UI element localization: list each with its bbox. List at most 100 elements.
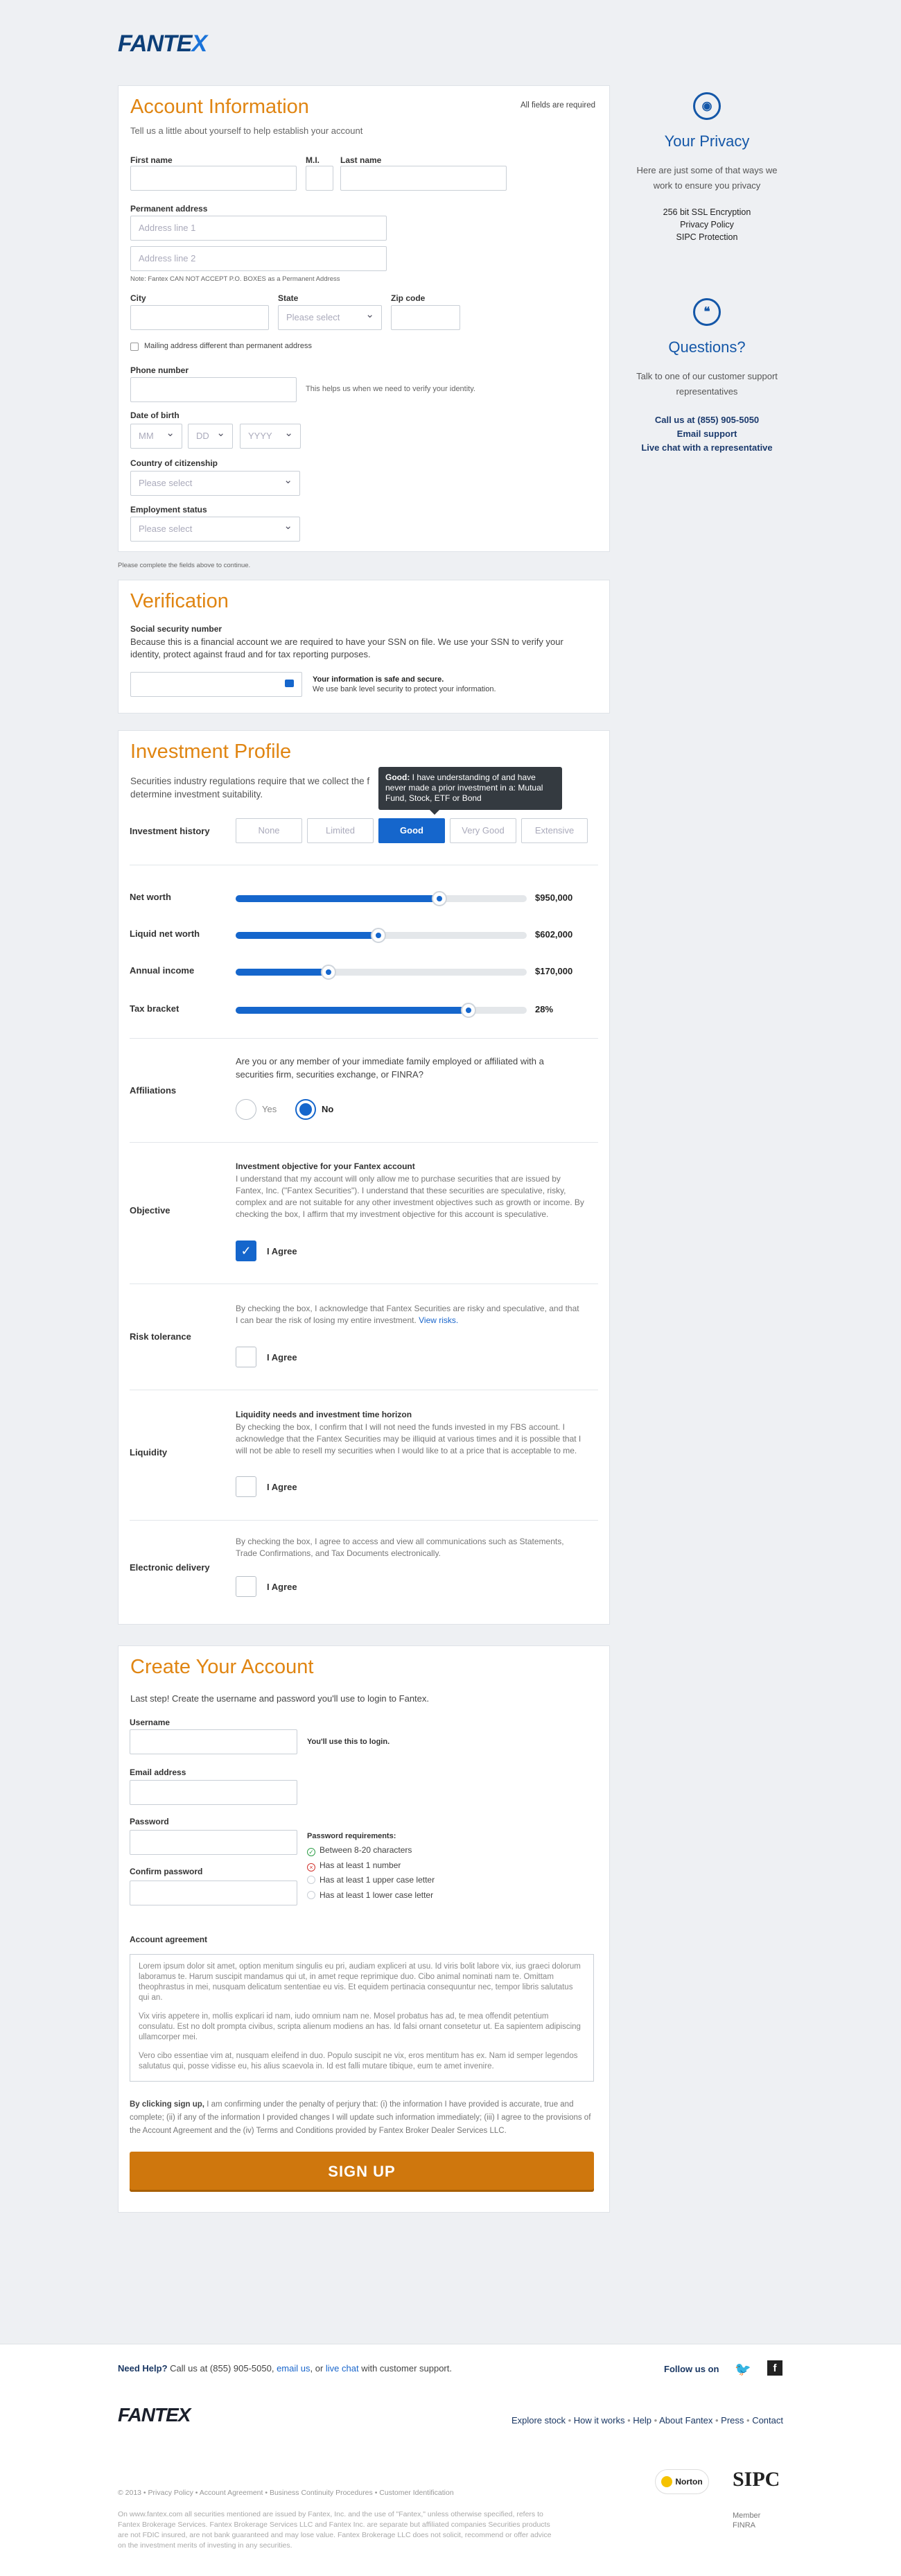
footer-nav-link[interactable]: Press [721, 2415, 744, 2426]
employment-select[interactable]: Please select [130, 515, 300, 542]
last-name-input[interactable] [340, 166, 507, 191]
slider-fill [236, 969, 329, 976]
footer-logo-x: X [177, 2404, 191, 2426]
slider-handle[interactable] [370, 928, 386, 943]
tooltip-text: I have understanding of and have never m… [385, 772, 543, 803]
slider-handle[interactable] [461, 1003, 476, 1018]
liquidity-checkbox[interactable] [236, 1476, 256, 1497]
view-risks-link[interactable]: View risks. [419, 1315, 458, 1325]
liquidity-label: Liquidity [130, 1447, 168, 1458]
email-support-link[interactable]: Email support [631, 427, 783, 441]
nav-separator: • [744, 2415, 753, 2426]
history-option-limited[interactable]: Limited [307, 818, 374, 843]
history-option-extensive[interactable]: Extensive [521, 818, 588, 843]
twitter-icon[interactable]: 🐦 [735, 2361, 751, 2378]
email-input[interactable] [130, 1780, 297, 1805]
password-input[interactable] [130, 1830, 297, 1855]
footer-nav: Explore stock • How it works • Help • Ab… [511, 2415, 783, 2426]
delivery-checkbox[interactable] [236, 1576, 256, 1597]
slider-track[interactable] [236, 891, 527, 906]
history-option-good[interactable]: Good [378, 818, 445, 843]
empty-circle-icon [307, 1876, 315, 1884]
first-name-input[interactable] [130, 166, 297, 191]
safe-title: Your information is safe and secure. [313, 675, 444, 684]
affiliation-yes-label: Yes [262, 1104, 277, 1114]
footer-nav-link[interactable]: How it works [574, 2415, 625, 2426]
objective-text: I understand that my account will only a… [236, 1174, 584, 1219]
check-icon: ✓ [240, 1244, 252, 1258]
slider-track[interactable] [236, 1003, 527, 1018]
risk-checkbox[interactable] [236, 1347, 256, 1367]
account-title: Account Information [130, 96, 309, 118]
create-title: Create Your Account [130, 1656, 314, 1678]
history-option-very-good[interactable]: Very Good [450, 818, 516, 843]
email-us-link[interactable]: email us [277, 2363, 310, 2374]
last-name-label: Last name [340, 155, 382, 165]
slider-label: Net worth [130, 892, 171, 902]
dob-year-select[interactable]: YYYY [240, 422, 301, 449]
req-number-text: Has at least 1 number [320, 1860, 401, 1870]
ssn-input[interactable] [130, 672, 302, 697]
chat-bubble-icon: ❝ [693, 298, 721, 326]
mailing-checkbox[interactable] [130, 343, 139, 351]
username-input[interactable] [130, 1729, 297, 1754]
footer-logo[interactable]: FANTEX [118, 2404, 191, 2426]
x-circle-icon: × [307, 1863, 315, 1872]
questions-title: Questions? [668, 338, 746, 356]
mi-label: M.I. [306, 155, 320, 165]
privacy-item[interactable]: Privacy Policy [631, 218, 783, 231]
affiliations-label: Affiliations [130, 1085, 177, 1096]
objective-title: Investment objective for your Fantex acc… [236, 1161, 415, 1171]
dob-month-select[interactable]: MM [130, 422, 182, 449]
confirm-password-input[interactable] [130, 1881, 297, 1905]
footer-nav-link[interactable]: Contact [752, 2415, 783, 2426]
live-chat-footer-link[interactable]: live chat [326, 2363, 359, 2374]
footer-nav-link[interactable]: About Fantex [659, 2415, 712, 2426]
address-line-2-input[interactable]: Address line 2 [130, 246, 387, 271]
footer-nav-link[interactable]: Help [633, 2415, 651, 2426]
slider-track[interactable] [236, 928, 527, 943]
ssn-label: Social security number [130, 624, 222, 634]
agreement-textbox[interactable]: Lorem ipsum dolor sit amet, option menit… [130, 1954, 594, 2082]
slider-track[interactable] [236, 965, 527, 980]
fantex-logo[interactable]: FANTEX [118, 31, 207, 58]
facebook-icon[interactable]: f [767, 2360, 782, 2376]
objective-checkbox[interactable]: ✓ [236, 1241, 256, 1261]
verification-title: Verification [130, 590, 229, 612]
address-note: Note: Fantex CAN NOT ACCEPT P.O. BOXES a… [130, 275, 340, 283]
req-length-text: Between 8-20 characters [320, 1845, 412, 1855]
sign-up-button[interactable]: SIGN UP [130, 2152, 594, 2192]
phone-input[interactable] [130, 377, 297, 402]
create-subtitle: Last step! Create the username and passw… [130, 1693, 430, 1704]
check-circle-icon: ✓ [307, 1848, 315, 1856]
agreement-paragraph: Lorem ipsum dolor sit amet, option menit… [139, 1962, 581, 2002]
slider-handle[interactable] [432, 891, 447, 906]
nav-separator: • [712, 2415, 721, 2426]
address-line-1-input[interactable]: Address line 1 [130, 216, 387, 241]
slider-label: Liquid net worth [130, 928, 200, 939]
affiliation-no-label: No [322, 1104, 334, 1114]
zip-input[interactable] [391, 305, 460, 330]
investment-title: Investment Profile [130, 741, 292, 763]
footer-nav-link[interactable]: Explore stock [511, 2415, 566, 2426]
dob-day-select[interactable]: DD [188, 422, 233, 449]
mi-input[interactable] [306, 166, 333, 191]
affiliation-yes-radio[interactable] [236, 1099, 256, 1120]
affiliation-no-radio[interactable] [295, 1099, 316, 1120]
state-select[interactable]: Please select [278, 303, 382, 330]
radio-dot [299, 1103, 312, 1116]
history-option-none[interactable]: None [236, 818, 302, 843]
slider-label: Annual income [130, 965, 195, 976]
citizenship-select[interactable]: Please select [130, 469, 300, 496]
live-chat-link[interactable]: Live chat with a representative [631, 441, 783, 455]
citizenship-label: Country of citizenship [130, 458, 218, 468]
account-information-card: Account Information All fields are requi… [118, 85, 610, 552]
slider-fill [236, 895, 439, 902]
nav-separator: • [651, 2415, 660, 2426]
norton-check-icon [661, 2476, 673, 2487]
req-upper-text: Has at least 1 upper case letter [320, 1875, 435, 1885]
liquidity-agree-label: I Agree [267, 1482, 297, 1492]
city-input[interactable] [130, 305, 269, 330]
nav-separator: • [624, 2415, 633, 2426]
phone-help: This helps us when we need to verify you… [306, 385, 475, 393]
